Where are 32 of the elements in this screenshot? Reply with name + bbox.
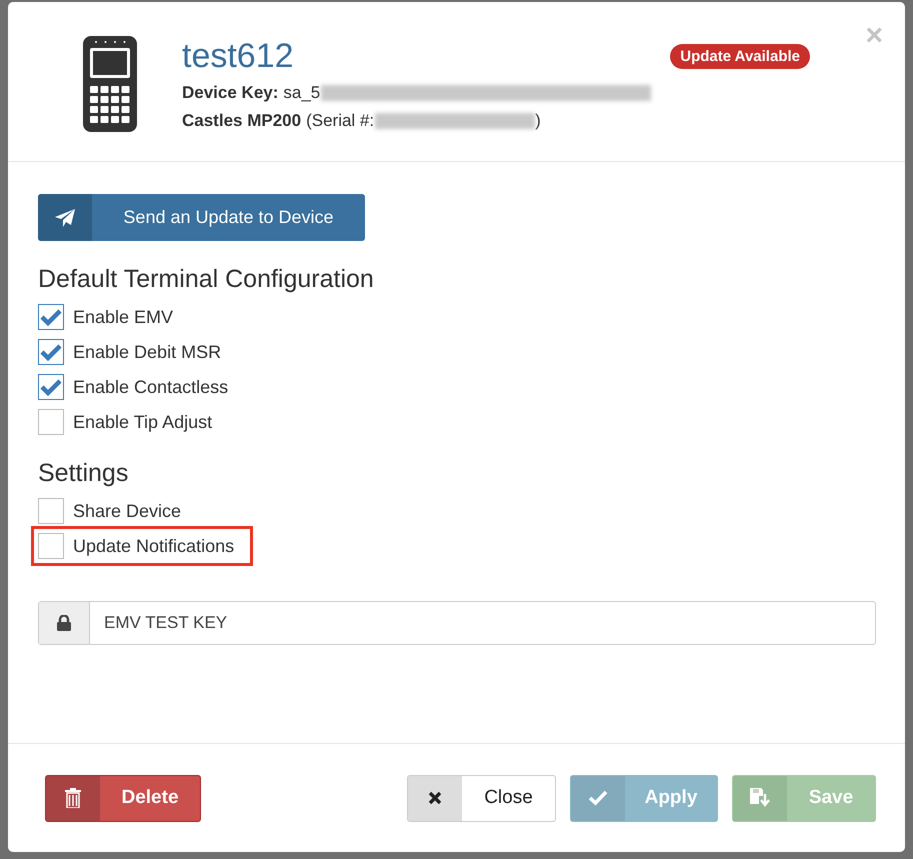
check-icon <box>588 790 608 806</box>
checkbox-label: Enable EMV <box>73 306 174 328</box>
checkbox-label: Update Notifications <box>73 536 234 556</box>
checkbox[interactable] <box>38 339 64 365</box>
device-key-value: sa_5 <box>283 83 320 103</box>
serial-close-paren: ) <box>535 111 541 131</box>
checkbox[interactable] <box>38 533 64 559</box>
section-heading: Default Terminal Configuration <box>38 265 375 294</box>
section-heading: Settings <box>38 459 130 488</box>
send-update-button[interactable]: Send an Update to Device <box>38 194 365 241</box>
update-badge: Update Available <box>670 44 810 68</box>
checkbox-label: Enable Tip Adjust <box>73 412 212 432</box>
checkbox[interactable] <box>38 374 64 400</box>
device-name: test612 <box>182 36 294 76</box>
device-key-label: Device Key: <box>182 83 278 103</box>
checkbox[interactable] <box>38 498 64 524</box>
checkbox[interactable] <box>38 304 64 330</box>
close-icon <box>428 791 442 805</box>
checkbox-label: Enable Debit MSR <box>73 342 222 362</box>
device-model: Castles MP200 <box>182 111 302 131</box>
serial-label: (Serial #: <box>306 111 374 131</box>
lock-icon <box>57 615 71 631</box>
trash-icon <box>65 788 81 808</box>
close-button[interactable]: Close <box>407 774 556 822</box>
paper-plane-icon <box>55 208 75 226</box>
save-icon <box>750 788 770 808</box>
phone-icon <box>83 36 137 132</box>
key-input-field[interactable]: EMV TEST KEY <box>38 601 876 645</box>
checkbox-label: Share Device <box>73 500 182 522</box>
checkbox[interactable] <box>38 409 64 435</box>
checkbox-label: Enable Contactless <box>73 376 228 398</box>
delete-button[interactable]: Delete <box>45 774 201 822</box>
